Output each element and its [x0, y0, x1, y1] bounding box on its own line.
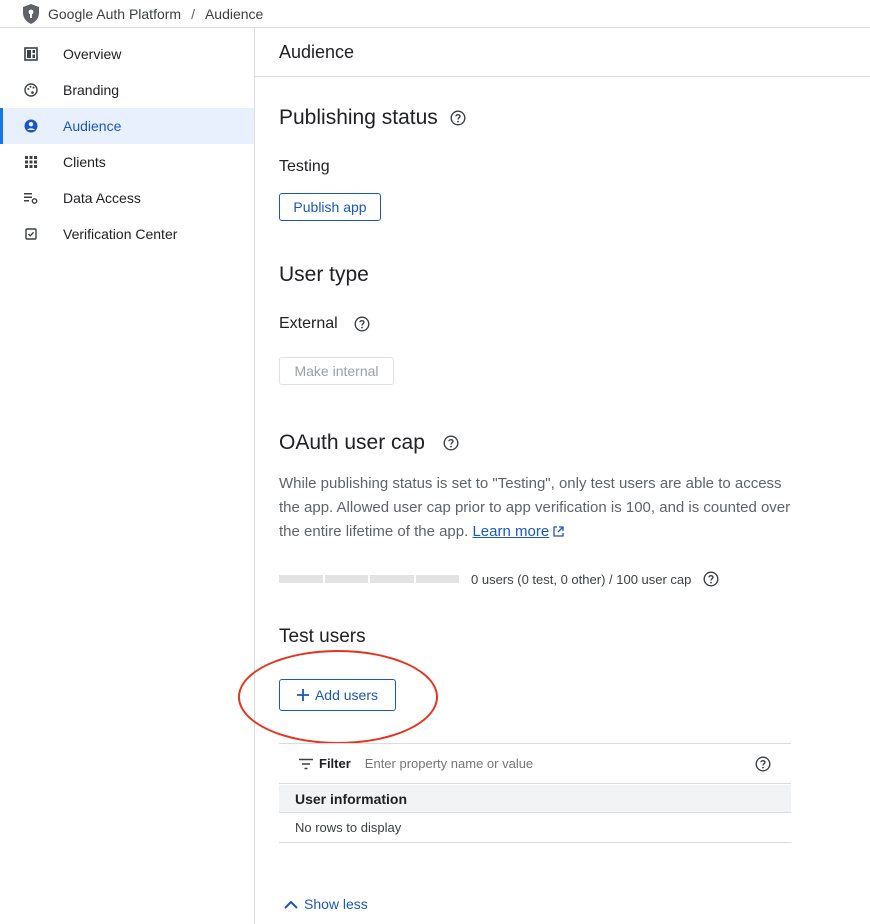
chevron-up-icon: [284, 900, 298, 909]
section-title: OAuth user cap: [279, 431, 425, 454]
section-title: Test users: [279, 626, 366, 647]
palette-icon: [24, 83, 38, 97]
breadcrumb-app-link[interactable]: Google Auth Platform: [48, 6, 181, 22]
filter-input[interactable]: [364, 756, 725, 771]
page-title-bar: Audience: [255, 28, 870, 77]
test-users-heading: Test users: [279, 626, 366, 648]
plus-icon: [296, 689, 309, 701]
publishing-status-heading: Publishing status: [279, 106, 466, 130]
column-header-user-information: User information: [295, 790, 408, 807]
checkbox-icon: [24, 227, 38, 241]
page-title: Audience: [279, 41, 355, 62]
external-link-icon: [553, 526, 564, 537]
sidebar-item-overview[interactable]: Overview: [0, 36, 254, 72]
section-title: Publishing status: [279, 106, 438, 129]
sidebar-item-audience[interactable]: Audience: [0, 108, 254, 144]
sidebar-item-data-access[interactable]: Data Access: [0, 180, 254, 216]
sidebar-item-branding[interactable]: Branding: [0, 72, 254, 108]
breadcrumb: Google Auth Platform / Audience: [0, 0, 870, 28]
show-less-label: Show less: [304, 896, 368, 912]
sidebar-divider: [254, 28, 255, 924]
list-settings-icon: [24, 191, 38, 205]
help-icon[interactable]: [354, 316, 370, 332]
table-empty-row: No rows to display: [279, 813, 791, 843]
section-title: User type: [279, 263, 369, 286]
sidebar-item-label: Branding: [63, 82, 120, 98]
oauth-user-cap-heading: OAuth user cap: [279, 431, 459, 455]
shield-keyhole-icon: [22, 3, 40, 24]
sidebar-item-label: Overview: [63, 46, 122, 62]
user-cap-progress-bar: [279, 575, 459, 583]
user-type-heading: User type: [279, 263, 369, 287]
sidebar-item-verification-center[interactable]: Verification Center: [0, 216, 254, 252]
user-cap-usage: 0 users (0 test, 0 other) / 100 user cap: [471, 571, 719, 587]
help-icon[interactable]: [755, 755, 771, 772]
dashboard-icon: [24, 47, 38, 61]
table-column-header[interactable]: User information: [279, 785, 791, 813]
user-type-value: External: [279, 315, 338, 332]
filter-icon[interactable]: [299, 758, 313, 770]
help-icon[interactable]: [443, 435, 459, 451]
publish-app-button[interactable]: Publish app: [279, 193, 381, 221]
sidebar-item-label: Clients: [63, 154, 106, 170]
help-icon[interactable]: [703, 571, 719, 587]
add-users-label: Add users: [314, 687, 379, 703]
user-cap-usage-text: 0 users (0 test, 0 other) / 100 user cap: [471, 571, 692, 587]
learn-more-link[interactable]: Learn more: [472, 523, 549, 540]
sidebar-item-clients[interactable]: Clients: [0, 144, 254, 180]
oauth-cap-description: While publishing status is set to "Testi…: [279, 472, 791, 544]
filter-label: Filter: [319, 756, 351, 771]
empty-state-text: No rows to display: [295, 820, 402, 835]
sidebar-item-label: Verification Center: [63, 226, 178, 242]
publishing-status-value: Testing: [279, 158, 330, 175]
sidebar-item-label: Data Access: [63, 190, 141, 206]
user-type-row: External: [279, 315, 370, 333]
sidebar: Overview Branding Audience Clients Data …: [0, 36, 254, 252]
show-less-button[interactable]: Show less: [284, 896, 368, 912]
make-internal-button[interactable]: Make internal: [279, 357, 394, 385]
help-icon[interactable]: [450, 110, 466, 126]
breadcrumb-separator: /: [191, 5, 195, 22]
apps-grid-icon: [24, 155, 38, 169]
filter-bar: Filter: [279, 744, 791, 784]
account-circle-icon: [24, 119, 38, 133]
sidebar-item-label: Audience: [63, 118, 122, 134]
add-users-button[interactable]: Add users: [279, 679, 396, 711]
breadcrumb-current: Audience: [204, 5, 264, 22]
